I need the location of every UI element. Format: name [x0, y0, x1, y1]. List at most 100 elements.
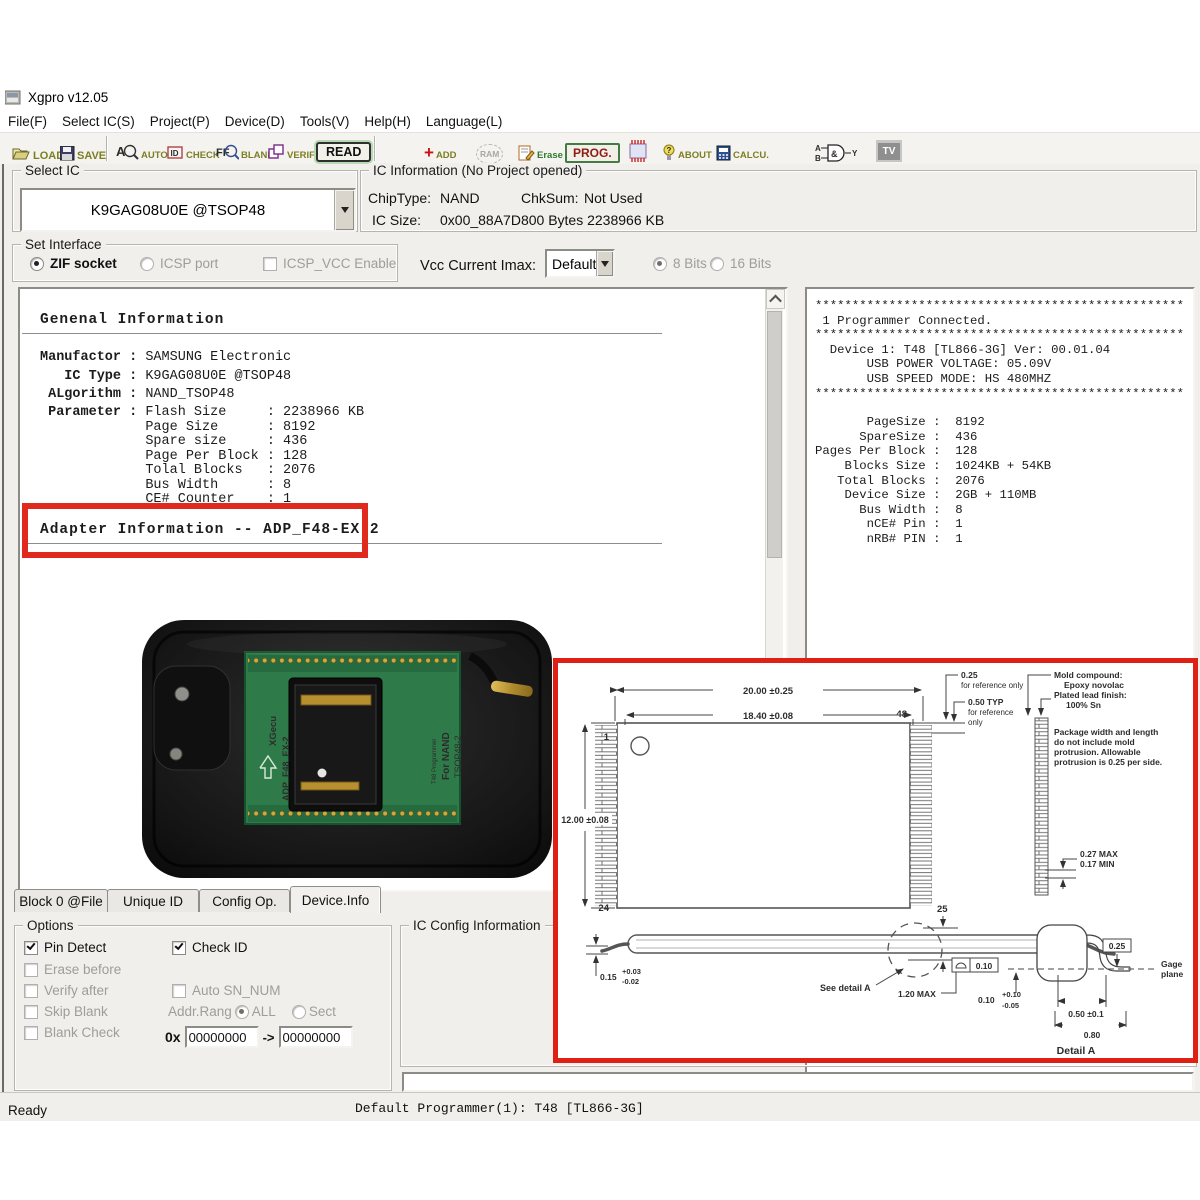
menu-project[interactable]: Project(P): [150, 114, 210, 129]
radio-icon: [710, 257, 724, 271]
svg-text:0.17 MIN: 0.17 MIN: [1080, 859, 1115, 869]
save-button[interactable]: SAVE: [60, 136, 106, 161]
ic-select-combobox[interactable]: K9GAG08U0E @TSOP48: [20, 188, 356, 232]
ic-select-dropdown-button[interactable]: [334, 190, 354, 230]
scroll-up-button[interactable]: [766, 289, 785, 309]
add-button[interactable]: + ADD: [424, 136, 457, 161]
icsp-vcc-checkbox: ICSP_VCC Enable: [263, 256, 396, 271]
side-view-pins: [1035, 718, 1048, 895]
chip-button[interactable]: [627, 137, 649, 162]
load-button[interactable]: LOAD: [12, 136, 64, 161]
menu-file[interactable]: File(F): [8, 114, 47, 129]
plus-icon: +: [424, 145, 434, 161]
address-range-inputs: 0x ->: [165, 1026, 353, 1048]
menu-help[interactable]: Help(H): [364, 114, 411, 129]
svg-text:A: A: [815, 144, 821, 153]
and-gate-icon: A B & Y: [815, 143, 861, 163]
section-underline: [22, 333, 662, 334]
menu-language[interactable]: Language(L): [426, 114, 503, 129]
calcu-button[interactable]: CALCU.: [716, 136, 769, 161]
toolbar-separator: [374, 136, 376, 161]
chevron-down-icon: [341, 207, 349, 213]
svg-text:20.00 ±0.25: 20.00 ±0.25: [743, 686, 794, 697]
status-programmer: Default Programmer(1): T48 [TL866-3G]: [355, 1101, 644, 1116]
svg-text:0.25: 0.25: [961, 670, 978, 680]
checkbox-icon: [24, 963, 38, 977]
auto-button[interactable]: A AUTO: [116, 136, 168, 161]
pcb-fornand-text: For NAND: [441, 732, 452, 780]
set-interface-legend: Set Interface: [21, 237, 106, 252]
svg-text:FF: FF: [216, 147, 230, 159]
read-button[interactable]: READ: [316, 137, 371, 162]
tab-block0-file[interactable]: Block 0 @File: [14, 889, 108, 912]
svg-text:25: 25: [937, 904, 948, 915]
tv-button[interactable]: TV: [876, 137, 902, 162]
erase-notepad-icon: [518, 143, 535, 161]
verify-button[interactable]: VERIFY: [268, 136, 321, 161]
progress-bar: [402, 1072, 1194, 1092]
blank-button[interactable]: FF BLANK: [216, 136, 274, 161]
svg-text:do not include mold: do not include mold: [1054, 737, 1135, 747]
tab-device-info[interactable]: Device.Info: [290, 886, 381, 913]
skip-blank-checkbox: Skip Blank: [24, 1004, 108, 1019]
logic-gate-button[interactable]: A B & Y: [815, 138, 861, 163]
svg-text:12.00 ±0.08: 12.00 ±0.08: [561, 815, 608, 825]
menu-select-ic[interactable]: Select IC(S): [62, 114, 135, 129]
addr-from-input[interactable]: [185, 1026, 259, 1048]
svg-text:?: ?: [667, 146, 672, 155]
verify-after-checkbox: Verify after: [24, 983, 109, 998]
calculator-icon: [716, 145, 731, 161]
zif-socket-radio[interactable]: ZIF socket: [30, 256, 117, 271]
verify-squares-icon: [268, 144, 285, 161]
ic-size-value: 0x00_88A7D800 Bytes 2238966 KB: [440, 212, 664, 228]
svg-text:0.25: 0.25: [1109, 941, 1126, 951]
vcc-dropdown-button[interactable]: [596, 251, 613, 276]
svg-text:+0.03: +0.03: [622, 967, 641, 976]
pin-detect-checkbox[interactable]: Pin Detect: [24, 940, 106, 955]
menu-device[interactable]: Device(D): [225, 114, 285, 129]
chevron-up-icon: [769, 294, 782, 307]
toolbar-separator: [106, 136, 108, 161]
svg-text:ID: ID: [171, 149, 179, 158]
svg-text:Epoxy novolac: Epoxy novolac: [1064, 680, 1124, 690]
chksum-value: Not Used: [584, 190, 642, 206]
tab-config-op[interactable]: Config Op.: [199, 889, 290, 912]
window-frame-edge: [2, 164, 4, 1092]
checkbox-icon: [24, 941, 38, 955]
addr-to-input[interactable]: [279, 1026, 353, 1048]
erase-button[interactable]: Erase: [518, 136, 563, 161]
vcc-current-combobox[interactable]: Default: [545, 249, 615, 278]
ram-icon: RAM: [476, 144, 503, 164]
ic-size-label: IC Size:: [372, 212, 421, 228]
radio-icon: [235, 1005, 249, 1019]
checkbox-icon: [24, 984, 38, 998]
scrollbar-thumb[interactable]: [767, 311, 782, 558]
8-bits-radio: 8 Bits: [653, 256, 707, 271]
tsop48-drawing: 1 24 25 48 20.00 ±0.25 18.40 ±0.08 12.00…: [558, 663, 1193, 1058]
menu-tools[interactable]: Tools(V): [300, 114, 350, 129]
icsp-port-radio: ICSP port: [140, 256, 218, 271]
svg-text:protrusion. Allowable: protrusion. Allowable: [1054, 747, 1141, 757]
svg-text:Package width and length: Package width and length: [1054, 727, 1158, 737]
tab-unique-id[interactable]: Unique ID: [107, 889, 199, 912]
ram-button: RAM: [476, 139, 503, 164]
svg-text:0.50 ±0.1: 0.50 ±0.1: [1068, 1009, 1104, 1019]
svg-text:-0.05: -0.05: [1002, 1001, 1019, 1010]
prog-button[interactable]: PROG.: [565, 138, 620, 163]
vcc-current-label: Vcc Current Imax:: [420, 258, 536, 274]
general-info-heading: Genenal Information: [40, 312, 224, 328]
svg-text:Y: Y: [852, 149, 858, 158]
svg-text:Mold compound:: Mold compound:: [1054, 670, 1123, 680]
svg-text:0.80: 0.80: [1084, 1030, 1101, 1040]
checkbox-icon: [24, 1026, 38, 1040]
about-button[interactable]: ? ABOUT: [663, 136, 712, 161]
check-id-checkbox[interactable]: Check ID: [172, 940, 248, 955]
status-bar: Ready Default Programmer(1): T48 [TL866-…: [0, 1092, 1200, 1121]
check-button[interactable]: ID CHECK: [167, 136, 220, 161]
options-legend: Options: [23, 918, 78, 933]
chevron-down-icon: [601, 261, 609, 267]
select-ic-legend: Select IC: [21, 163, 84, 178]
svg-text:for reference: for reference: [968, 708, 1014, 717]
radio-icon: [292, 1005, 306, 1019]
addr-range-label: Addr.Rang: [168, 1004, 232, 1019]
